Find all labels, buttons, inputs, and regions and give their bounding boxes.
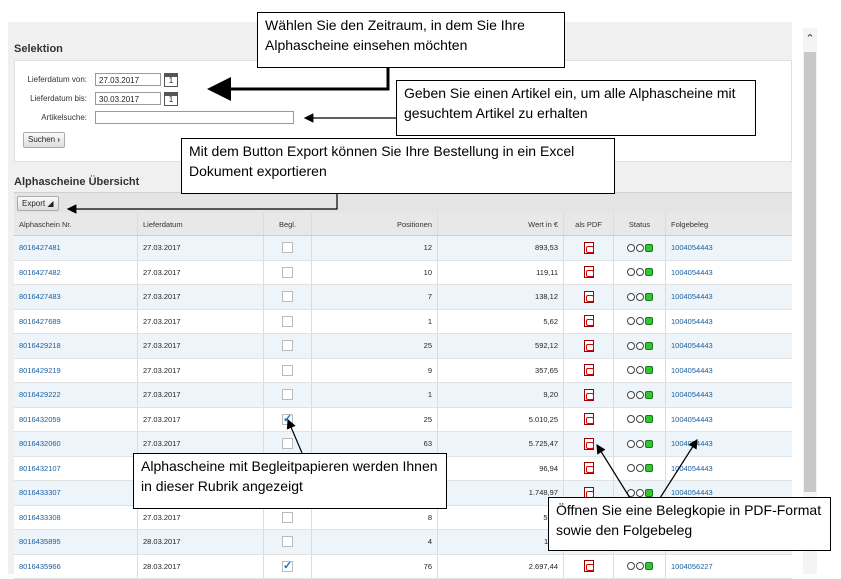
callout-pdf: Öffnen Sie eine Belegkopie in PDF-Format… xyxy=(548,497,831,551)
callout-export: Mit dem Button Export können Sie Ihre Be… xyxy=(181,138,615,194)
callout-artikel: Geben Sie einen Artikel ein, um alle Alp… xyxy=(396,80,756,136)
callout-begleitpapiere: Alphascheine mit Begleitpapieren werden … xyxy=(133,453,447,509)
callout-zeitraum: Wählen Sie den Zeitraum, in dem Sie Ihre… xyxy=(257,12,565,68)
